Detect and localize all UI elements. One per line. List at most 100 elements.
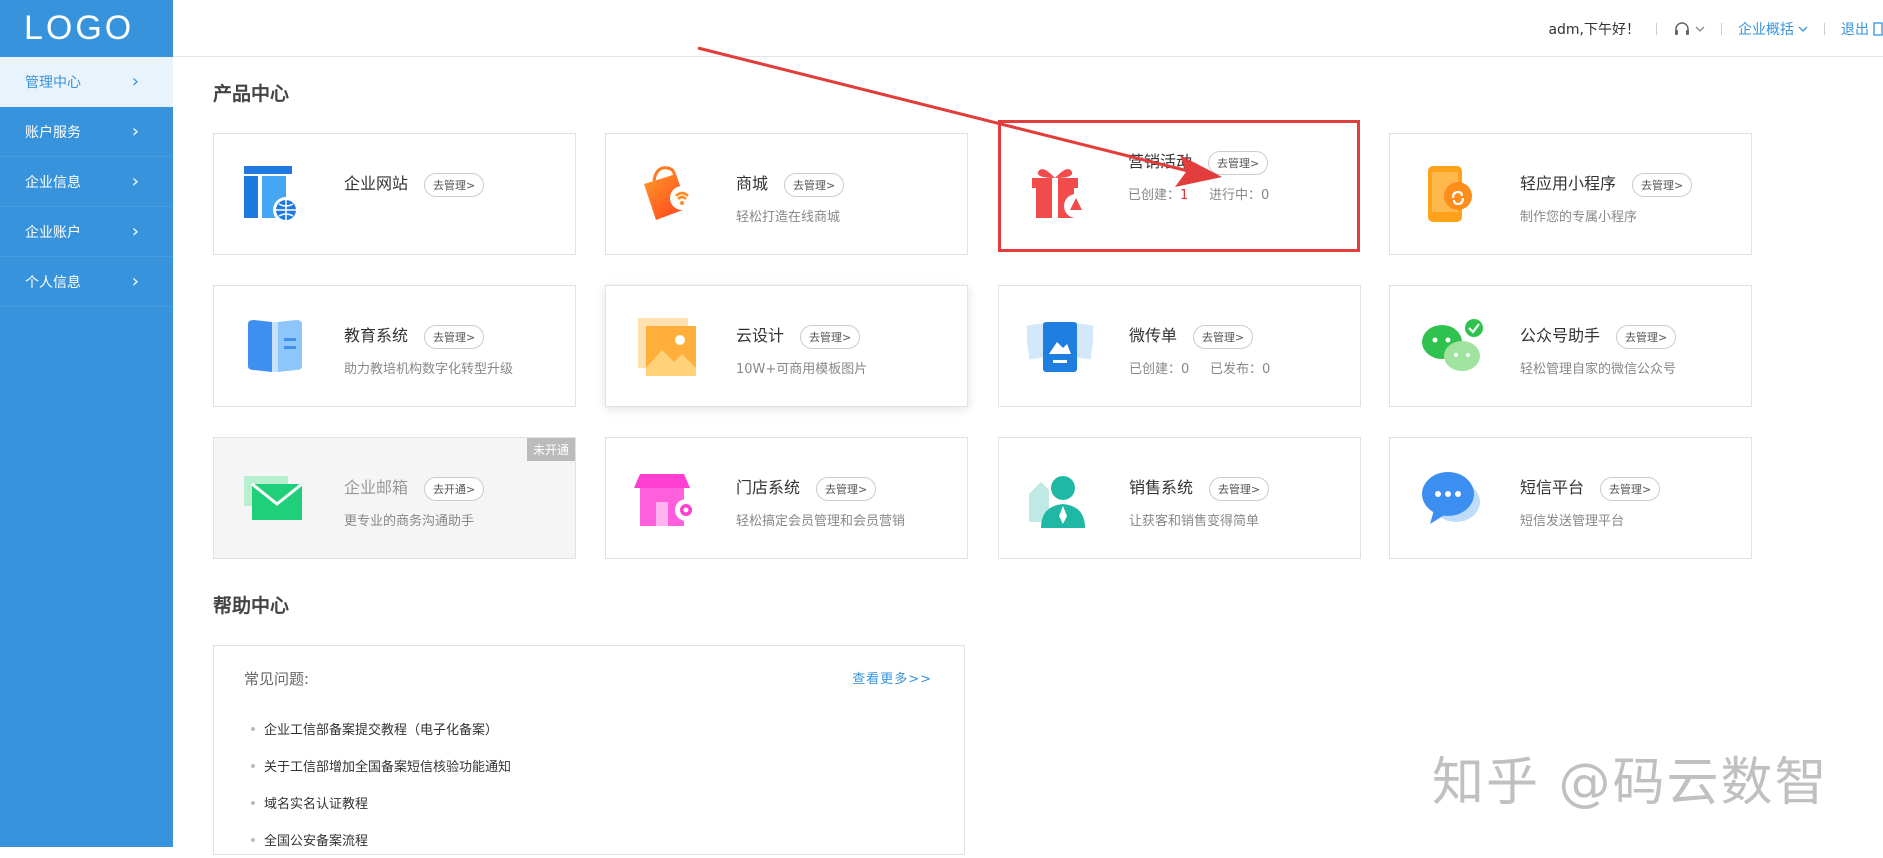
divider (1656, 22, 1657, 35)
chevron-down-icon (1695, 26, 1705, 32)
product-stats: 已创建：0 已发布：0 (1129, 362, 1271, 377)
top-bar-actions: adm,下午好！ 企业概括 退出 (1548, 0, 1883, 57)
product-desc: 更专业的商务沟通助手 (344, 514, 475, 529)
product-name: 商城 去管理> (736, 170, 845, 197)
help-panel: 常见问题: 查看更多>> 企业工信部备案提交教程（电子化备案） 关于工信部增加全… (213, 645, 965, 855)
overview-menu[interactable]: 企业概括 (1738, 19, 1808, 39)
product-card-education[interactable]: 教育系统 去管理> 助力教培机构数字化转型升级 (213, 285, 576, 407)
salesperson-icon (1029, 476, 1085, 528)
manage-button[interactable]: 去管理> (1193, 324, 1254, 349)
sidebar-item-label: 企业账户 (25, 224, 81, 241)
chevron-right-icon: › (131, 220, 139, 242)
product-card-sms[interactable]: 短信平台 去管理> 短信发送管理平台 (1389, 437, 1752, 559)
product-name: 轻应用小程序 去管理> (1520, 170, 1693, 197)
manage-button[interactable]: 去管理> (424, 172, 485, 197)
chevron-down-icon (1798, 26, 1808, 32)
faq-item[interactable]: 域名实名认证教程 (251, 784, 511, 821)
product-name: 公众号助手 去管理> (1520, 322, 1677, 349)
product-name: 门店系统 去管理> (736, 474, 877, 501)
divider (1824, 22, 1825, 35)
support-menu[interactable] (1673, 21, 1705, 37)
faq-item[interactable]: 企业工信部备案提交教程（电子化备案） (251, 710, 511, 747)
sidebar-item-label: 企业信息 (25, 174, 81, 191)
sidebar-item-label: 个人信息 (25, 274, 81, 291)
greeting-text: adm,下午好！ (1548, 21, 1640, 38)
website-icon (244, 166, 299, 223)
product-name: 营销活动 去管理> (1128, 148, 1269, 175)
chevron-right-icon: › (131, 270, 139, 292)
sidebar-item-label: 管理中心 (25, 74, 81, 91)
logout-label: 退出 (1841, 21, 1869, 38)
activate-button[interactable]: 去开通> (424, 476, 485, 501)
product-card-store[interactable]: 门店系统 去管理> 轻松搞定会员管理和会员营销 (605, 437, 968, 559)
product-card-cloud-design[interactable]: 云设计 去管理> 10W+可商用模板图片 (605, 285, 968, 407)
sidebar-item-company-account[interactable]: 企业账户 › (0, 207, 173, 257)
product-card-sales[interactable]: 销售系统 去管理> 让获客和销售变得简单 (998, 437, 1361, 559)
gift-icon (1032, 169, 1088, 218)
headset-icon (1675, 21, 1689, 35)
section-title-product-center: 产品中心 (213, 83, 290, 105)
faq-list: 企业工信部备案提交教程（电子化备案） 关于工信部增加全国备案短信核验功能通知 域… (251, 710, 511, 858)
manage-button[interactable]: 去管理> (784, 172, 845, 197)
product-desc: 助力教培机构数字化转型升级 (344, 362, 514, 377)
product-desc: 制作您的专属小程序 (1520, 210, 1638, 225)
manage-button[interactable]: 去管理> (1632, 172, 1693, 197)
product-name: 企业网站 去管理> (344, 170, 485, 197)
logout-icon (1873, 21, 1883, 36)
product-desc: 10W+可商用模板图片 (736, 362, 868, 377)
sidebar: LOGO 管理中心 › 账户服务 › 企业信息 › 企业账户 › 个人信息 › (0, 0, 173, 847)
faq-heading: 常见问题: (244, 670, 310, 688)
mini-program-icon (1428, 166, 1472, 222)
product-desc: 短信发送管理平台 (1520, 514, 1625, 529)
chevron-right-icon: › (131, 120, 139, 142)
logo: LOGO (24, 9, 135, 47)
manage-button[interactable]: 去管理> (800, 324, 861, 349)
wechat-icon (1422, 319, 1483, 371)
manage-button[interactable]: 去管理> (1208, 150, 1269, 175)
manage-button[interactable]: 去管理> (816, 476, 877, 501)
product-desc: 让获客和销售变得简单 (1129, 514, 1260, 529)
store-icon (634, 474, 697, 526)
section-title-help-center: 帮助中心 (213, 595, 290, 617)
overview-label: 企业概括 (1738, 21, 1794, 38)
product-card-micro-flyer[interactable]: 微传单 去管理> 已创建：0 已发布：0 (998, 285, 1361, 407)
sidebar-item-label: 账户服务 (25, 124, 81, 141)
manage-button[interactable]: 去管理> (1616, 324, 1677, 349)
product-name: 微传单 去管理> (1129, 322, 1254, 349)
sidebar-item-management-center[interactable]: 管理中心 › (0, 57, 173, 107)
faq-item[interactable]: 全国公安备案流程 (251, 821, 511, 858)
manage-button[interactable]: 去管理> (424, 324, 485, 349)
image-icon (638, 318, 696, 376)
product-name: 企业邮箱 去开通> (344, 474, 485, 501)
faq-item[interactable]: 关于工信部增加全国备案短信核验功能通知 (251, 747, 511, 784)
product-card-mini-program[interactable]: 轻应用小程序 去管理> 制作您的专属小程序 (1389, 133, 1752, 255)
shopping-bag-icon (644, 166, 694, 220)
chevron-right-icon: › (131, 170, 139, 192)
sidebar-item-company-info[interactable]: 企业信息 › (0, 157, 173, 207)
sidebar-item-account-services[interactable]: 账户服务 › (0, 107, 173, 157)
manage-button[interactable]: 去管理> (1209, 476, 1270, 501)
chat-bubble-icon (1422, 472, 1480, 524)
product-card-mall[interactable]: 商城 去管理> 轻松打造在线商城 (605, 133, 968, 255)
product-desc: 轻松管理自家的微信公众号 (1520, 362, 1677, 377)
product-name: 教育系统 去管理> (344, 322, 485, 349)
flyer-icon (1027, 322, 1093, 372)
watermark: 知乎 @码云数智 (1432, 753, 1829, 813)
manage-button[interactable]: 去管理> (1600, 476, 1661, 501)
product-name: 云设计 去管理> (736, 322, 861, 349)
product-stats: 已创建：1 进行中：0 (1128, 188, 1270, 203)
sidebar-item-personal-info[interactable]: 个人信息 › (0, 257, 173, 307)
logout-link[interactable]: 退出 (1841, 19, 1883, 39)
chevron-right-icon: › (131, 70, 139, 92)
mail-icon (244, 476, 303, 520)
product-card-official-account[interactable]: 公众号助手 去管理> 轻松管理自家的微信公众号 (1389, 285, 1752, 407)
product-card-email[interactable]: 未开通 企业邮箱 去开通> 更专业的商务沟通助手 (213, 437, 576, 559)
product-desc: 轻松打造在线商城 (736, 210, 841, 225)
view-more-link[interactable]: 查看更多>> (852, 668, 932, 687)
product-card-website[interactable]: 企业网站 去管理> (213, 133, 576, 255)
product-name: 短信平台 去管理> (1520, 474, 1661, 501)
product-name: 销售系统 去管理> (1129, 474, 1270, 501)
product-card-marketing[interactable]: 营销活动 去管理> 已创建：1 进行中：0 (998, 120, 1360, 252)
divider (1721, 22, 1722, 35)
status-badge: 未开通 (526, 438, 575, 461)
